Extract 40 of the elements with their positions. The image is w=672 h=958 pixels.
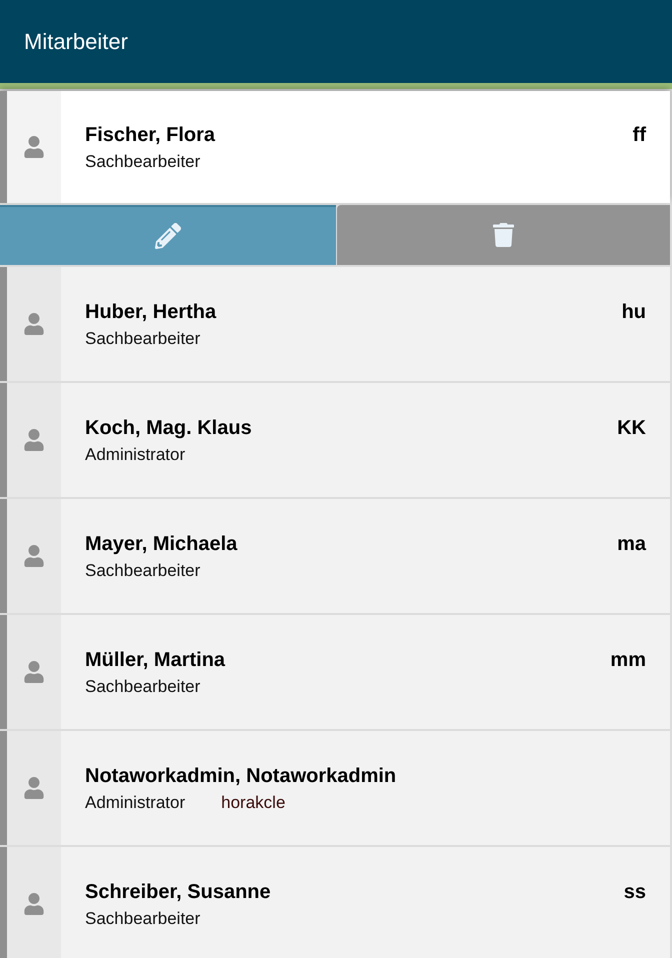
employee-row[interactable]: Müller, Martina mm Sachbearbeiter [0,615,670,729]
employee-role: Administrator [85,444,186,466]
employee-row[interactable]: Koch, Mag. Klaus KK Administrator [0,383,670,497]
person-icon [23,661,45,683]
employee-role: Sachbearbeiter [85,908,200,930]
employee-role: Sachbearbeiter [85,328,200,350]
employee-role: Sachbearbeiter [85,150,200,172]
employee-name: Huber, Hertha [85,300,216,324]
employee-abbreviation: ss [624,880,646,904]
employee-name: Fischer, Flora [85,122,216,148]
employee-name: Mayer, Michaela [85,532,238,556]
employee-role: Sachbearbeiter [85,676,200,698]
edit-button[interactable] [0,205,336,265]
employee-role: Administrator [85,792,186,814]
employee-abbreviation: mm [610,648,646,672]
employee-row[interactable]: Fischer, Flora ff Sachbearbeiter [0,91,670,203]
person-icon [23,313,45,335]
employee-abbreviation: ma [617,532,646,556]
employee-row[interactable]: Mayer, Michaela ma Sachbearbeiter [0,499,670,613]
employee-name: Müller, Martina [85,648,226,672]
employee-abbreviation: hu [622,300,646,324]
employee-role: Sachbearbeiter [85,560,200,582]
employee-name: Schreiber, Susanne [85,880,271,904]
person-icon [23,136,45,158]
employee-name: Notaworkadmin, Notaworkadmin [85,764,396,788]
trash-icon [493,223,514,247]
employee-row[interactable]: Huber, Hertha hu Sachbearbeiter [0,267,670,381]
person-icon [23,429,45,451]
person-icon [23,545,45,567]
delete-button[interactable] [337,205,670,265]
employee-name: Koch, Mag. Klaus [85,416,252,440]
page-title: Mitarbeiter [24,28,128,56]
employee-abbreviation: KK [617,416,646,440]
person-icon [23,893,45,915]
pencil-icon [155,223,181,249]
employee-row[interactable]: Notaworkadmin, Notaworkadmin Administrator horakcle [0,731,670,845]
employee-row[interactable]: Schreiber, Susanne ss Sachbearbeiter [0,847,670,958]
employee-login: horakcle [221,792,286,814]
person-icon [23,777,45,799]
employee-abbreviation: ff [632,122,646,148]
